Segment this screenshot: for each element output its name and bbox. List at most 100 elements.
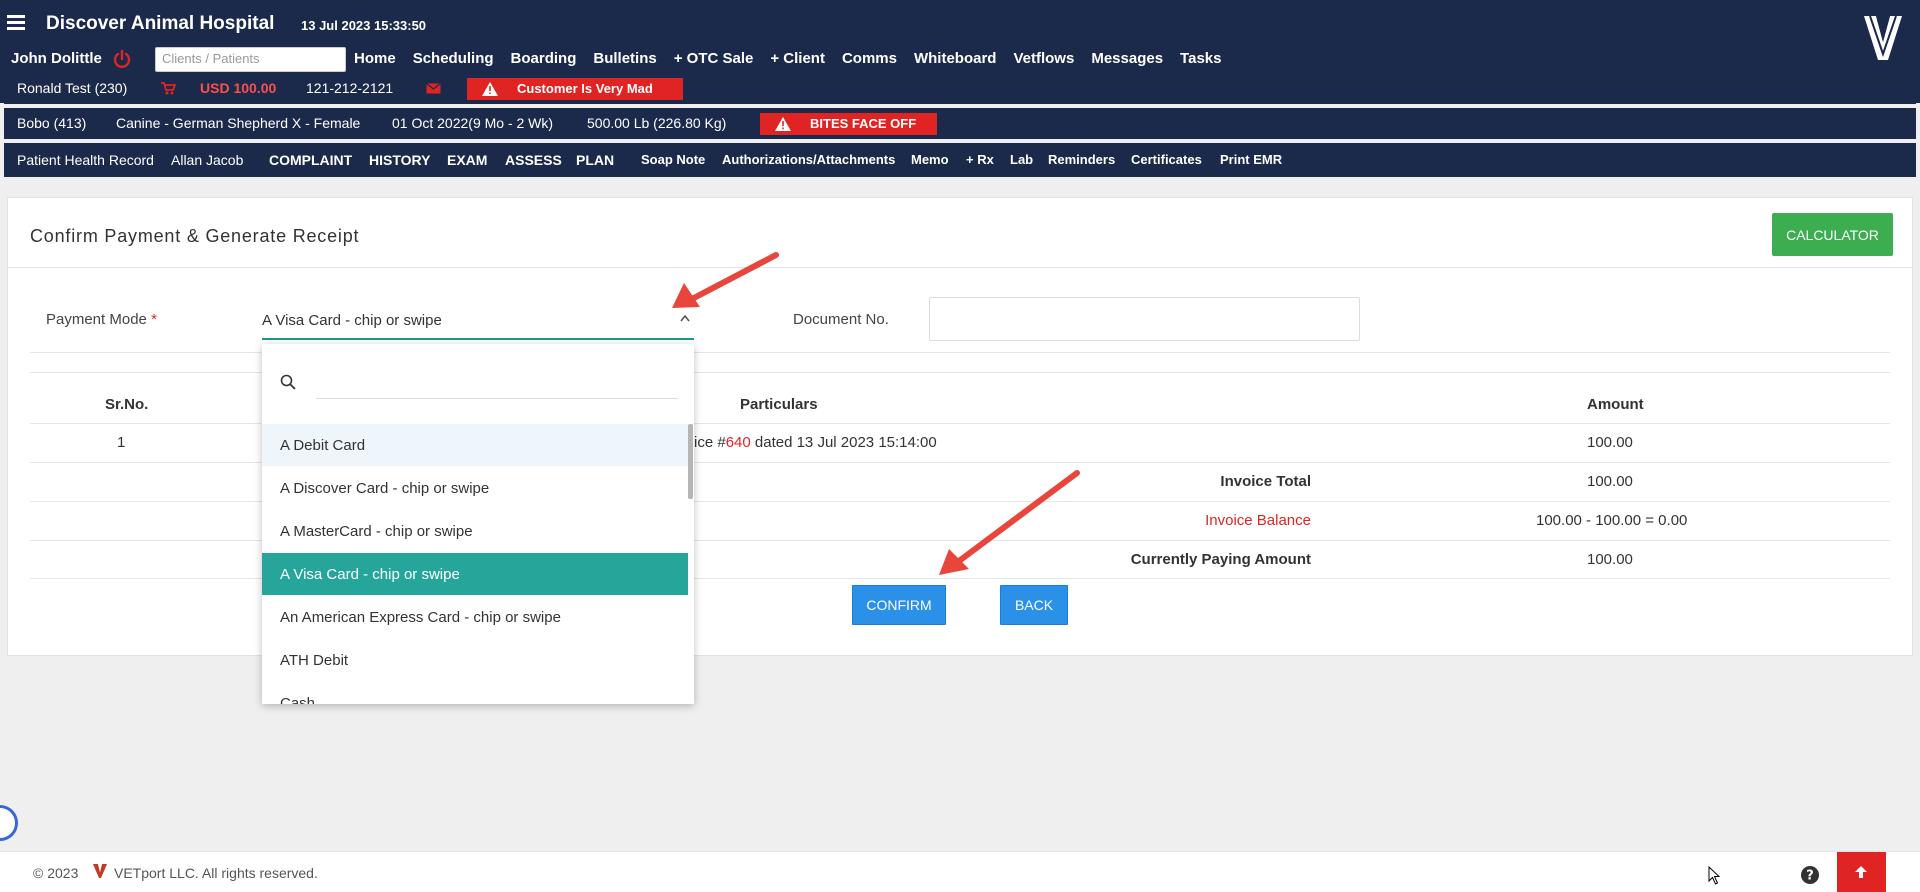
tab-assess[interactable]: ASSESS <box>505 152 562 168</box>
dropdown-option[interactable]: A Debit Card <box>262 424 688 466</box>
mouse-cursor-icon <box>1708 866 1721 885</box>
help-icon[interactable]: ? <box>1800 865 1820 885</box>
page-title: Confirm Payment & Generate Receipt <box>30 226 360 246</box>
paying-amount-value: 100.00 <box>1587 551 1633 568</box>
current-datetime: 13 Jul 2023 15:33:50 <box>301 18 427 33</box>
payment-mode-dropdown: A Debit Card A Discover Card - chip or s… <box>262 344 694 704</box>
invoice-total-label: Invoice Total <box>1220 473 1311 490</box>
tab-soap-note[interactable]: Soap Note <box>641 152 705 167</box>
nav-scheduling[interactable]: Scheduling <box>413 50 494 67</box>
vetport-logo-icon[interactable] <box>1862 12 1904 64</box>
footer: © 2023 VETport LLC. All rights reserved.… <box>0 851 1920 892</box>
search-icon <box>280 374 296 390</box>
user-name: John Dolittle <box>11 50 102 67</box>
tab-reminders[interactable]: Reminders <box>1048 152 1115 167</box>
chevron-up-icon[interactable] <box>680 314 690 322</box>
dropdown-search-input[interactable] <box>316 369 678 399</box>
dropdown-option[interactable]: ATH Debit <box>262 639 688 681</box>
client-alert-badge: Customer Is Very Mad <box>467 78 683 100</box>
vetport-footer-logo-icon <box>93 864 107 878</box>
tab-authorizations[interactable]: Authorizations/Attachments <box>722 152 895 167</box>
confirm-button[interactable]: CONFIRM <box>852 585 946 625</box>
required-mark: * <box>151 311 157 328</box>
row-srno: 1 <box>117 434 126 451</box>
tab-print-emr[interactable]: Print EMR <box>1220 152 1282 167</box>
dropdown-option[interactable]: A Discover Card - chip or swipe <box>262 467 688 509</box>
invoice-number-link[interactable]: 640 <box>726 434 751 451</box>
client-patient-search-input[interactable]: Clients / Patients <box>155 47 346 72</box>
dropdown-scrollbar[interactable] <box>688 424 693 499</box>
scroll-top-button[interactable] <box>1837 852 1886 892</box>
cart-icon[interactable] <box>161 82 176 95</box>
row-amount: 100.00 <box>1587 434 1633 451</box>
record-tabs-bar: Patient Health Record Allan Jacob COMPLA… <box>4 143 1916 177</box>
col-header-particulars: Particulars <box>740 396 818 413</box>
invoice-balance-label: Invoice Balance <box>1205 512 1311 529</box>
paying-amount-label: Currently Paying Amount <box>1130 551 1311 568</box>
record-doctor: Allan Jacob <box>171 152 244 168</box>
nav-vetflows[interactable]: Vetflows <box>1013 50 1074 67</box>
col-header-amount: Amount <box>1587 396 1644 413</box>
row-particular-suffix: dated 13 Jul 2023 15:14:00 <box>750 434 937 451</box>
patient-dob: 01 Oct 2022(9 Mo - 2 Wk) <box>392 115 554 131</box>
clinic-name: Discover Animal Hospital <box>46 13 275 34</box>
dropdown-option[interactable]: A MasterCard - chip or swipe <box>262 510 688 552</box>
nav-messages[interactable]: Messages <box>1091 50 1163 67</box>
tab-certificates[interactable]: Certificates <box>1131 152 1202 167</box>
dropdown-option[interactable]: Cash <box>262 682 688 704</box>
footer-company: VETport LLC. All rights reserved. <box>114 865 318 881</box>
dropdown-option-selected[interactable]: A Visa Card - chip or swipe <box>262 553 688 595</box>
patient-weight: 500.00 Lb (226.80 Kg) <box>587 115 727 131</box>
footer-copyright: © 2023 <box>33 865 79 881</box>
payment-mode-label-text: Payment Mode <box>46 311 147 328</box>
tab-lab[interactable]: Lab <box>1010 152 1033 167</box>
nav-whiteboard[interactable]: Whiteboard <box>914 50 997 67</box>
tab-history[interactable]: HISTORY <box>369 152 430 168</box>
invoice-balance-value: 100.00 - 100.00 = 0.00 <box>1536 512 1688 529</box>
nav-add-client[interactable]: + Client <box>770 50 825 67</box>
document-no-input[interactable] <box>929 297 1360 341</box>
mail-icon[interactable] <box>426 82 441 95</box>
tab-exam[interactable]: EXAM <box>447 152 487 168</box>
nav-bulletins[interactable]: Bulletins <box>593 50 656 67</box>
warning-icon <box>482 82 498 96</box>
tab-rx[interactable]: + Rx <box>966 152 994 167</box>
patient-name[interactable]: Bobo (413) <box>17 115 86 131</box>
row-particular-prefix: ice # <box>694 434 726 451</box>
record-title: Patient Health Record <box>17 152 154 168</box>
payment-mode-label: Payment Mode * <box>46 311 157 328</box>
col-header-srno: Sr.No. <box>105 396 149 413</box>
warning-icon <box>775 117 791 131</box>
patient-breed: Canine - German Shepherd X - Female <box>116 115 361 131</box>
nav-tasks[interactable]: Tasks <box>1180 50 1221 67</box>
client-info-bar: Ronald Test (230) USD 100.00 121-212-212… <box>4 73 1916 104</box>
main-nav: Home Scheduling Boarding Bulletins + OTC… <box>354 50 1238 67</box>
patient-alert-text: BITES FACE OFF <box>810 116 917 131</box>
dropdown-option[interactable]: An American Express Card - chip or swipe <box>262 596 688 638</box>
calculator-button[interactable]: CALCULATOR <box>1772 213 1893 256</box>
document-no-label: Document No. <box>793 311 889 328</box>
client-alert-text: Customer Is Very Mad <box>517 81 653 96</box>
tab-memo[interactable]: Memo <box>911 152 949 167</box>
back-button[interactable]: BACK <box>1000 585 1068 625</box>
patient-alert-badge: BITES FACE OFF <box>760 113 937 135</box>
tab-complaint[interactable]: COMPLAINT <box>269 152 352 168</box>
nav-home[interactable]: Home <box>354 50 396 67</box>
card-header: Confirm Payment & Generate Receipt CALCU… <box>8 198 1912 268</box>
payment-mode-value: A Visa Card - chip or swipe <box>262 312 442 329</box>
nav-otc-sale[interactable]: + OTC Sale <box>674 50 754 67</box>
nav-comms[interactable]: Comms <box>842 50 897 67</box>
svg-text:?: ? <box>1806 869 1814 884</box>
client-name[interactable]: Ronald Test (230) <box>17 80 127 96</box>
client-phone: 121-212-2121 <box>306 80 394 96</box>
hamburger-menu-icon[interactable] <box>7 15 25 30</box>
nav-boarding[interactable]: Boarding <box>511 50 577 67</box>
logout-power-icon[interactable] <box>112 49 132 69</box>
arrow-up-icon <box>1855 866 1867 878</box>
client-balance[interactable]: USD 100.00 <box>200 80 276 96</box>
row-particulars: ice #640 dated 13 Jul 2023 15:14:00 <box>694 434 937 451</box>
chat-widget-icon[interactable] <box>0 805 18 841</box>
invoice-total-value: 100.00 <box>1587 473 1633 490</box>
payment-mode-select[interactable]: A Visa Card - chip or swipe <box>262 300 694 340</box>
tab-plan[interactable]: PLAN <box>576 152 614 168</box>
